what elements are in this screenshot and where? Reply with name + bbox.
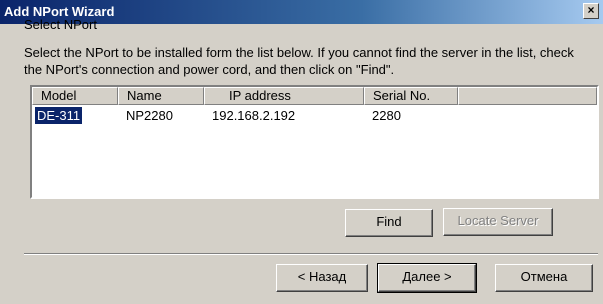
list-header: Model Name IP address Serial No.	[32, 87, 597, 105]
close-button[interactable]: ×	[583, 3, 599, 19]
nport-list[interactable]: Model Name IP address Serial No. DE-311 …	[30, 85, 599, 199]
column-name[interactable]: Name	[118, 87, 204, 105]
column-empty	[458, 87, 597, 105]
button-separator	[24, 253, 598, 255]
cell-name: NP2280	[126, 108, 173, 123]
locate-server-button[interactable]: Locate Server	[443, 208, 553, 236]
find-button[interactable]: Find	[345, 209, 433, 237]
column-ip-address[interactable]: IP address	[204, 87, 364, 105]
cell-serial-no: 2280	[372, 108, 401, 123]
cancel-button[interactable]: Отмена	[495, 264, 593, 292]
wizard-window: Add NPort Wizard × Select NPort Select t…	[0, 0, 603, 304]
next-button[interactable]: Далее >	[377, 263, 477, 293]
cell-model[interactable]: DE-311	[35, 107, 83, 124]
column-model[interactable]: Model	[32, 87, 118, 105]
column-serial-no[interactable]: Serial No.	[364, 87, 458, 105]
instruction-text: Select the NPort to be installed form th…	[24, 45, 574, 77]
back-button[interactable]: < Назад	[276, 264, 368, 292]
list-item[interactable]: DE-311 NP2280 192.168.2.192 2280	[32, 107, 597, 124]
close-icon: ×	[587, 3, 595, 17]
section-title: Select NPort	[24, 17, 97, 32]
cell-ip-address: 192.168.2.192	[212, 108, 296, 123]
